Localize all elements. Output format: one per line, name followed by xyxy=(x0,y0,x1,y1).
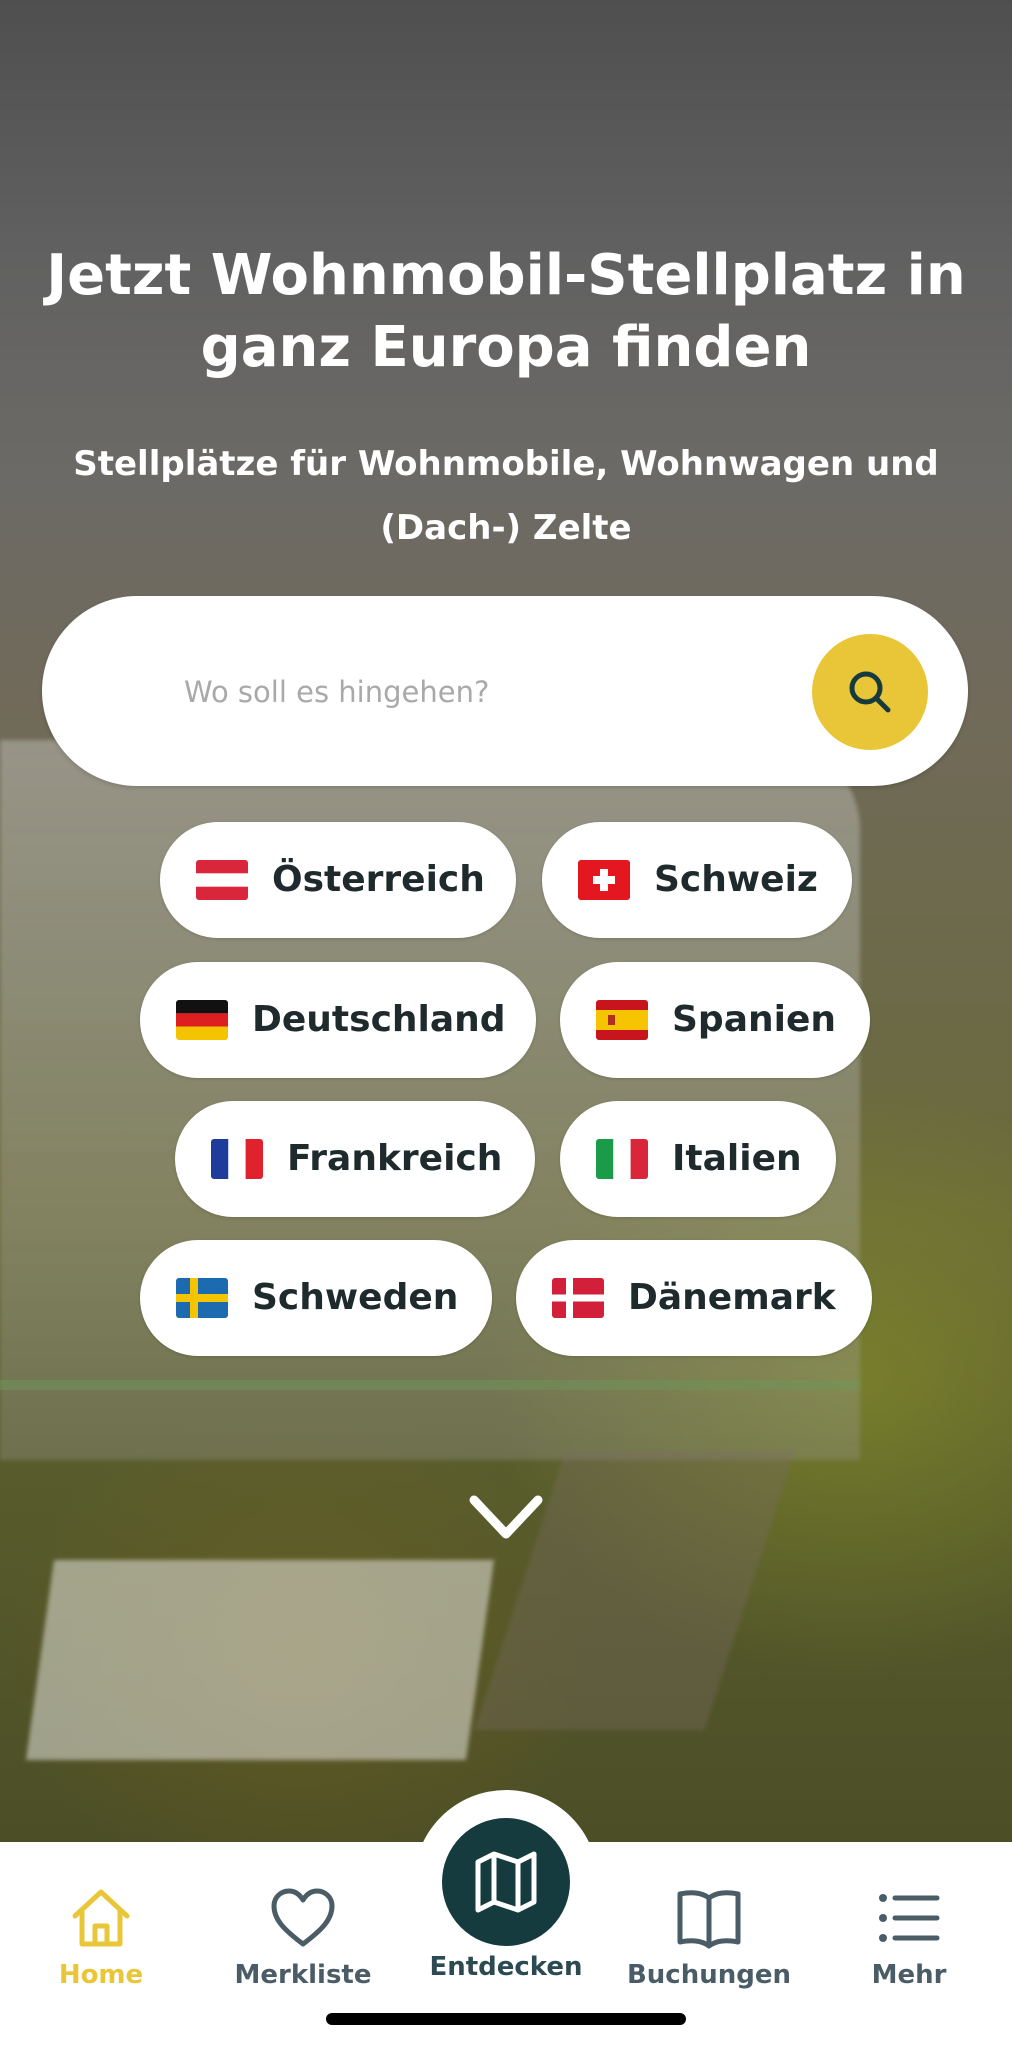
subtitle-line-1: Stellplätze für Wohnmobile, Wohnwagen un… xyxy=(73,444,939,484)
country-chip-label: Dänemark xyxy=(628,1277,836,1318)
home-icon xyxy=(72,1889,130,1947)
background-van-stripe xyxy=(0,1380,860,1390)
country-chip-italy[interactable]: Italien xyxy=(560,1101,836,1217)
country-chip-france[interactable]: Frankreich xyxy=(175,1101,535,1217)
search-icon xyxy=(849,671,891,713)
country-chip-label: Italien xyxy=(672,1138,802,1179)
sweden-flag-icon xyxy=(176,1278,228,1318)
country-chip-label: Österreich xyxy=(272,859,485,900)
tab-mehr[interactable]: Mehr xyxy=(814,1842,1004,2002)
map-icon xyxy=(475,1851,537,1913)
home-indicator xyxy=(326,2013,686,2025)
tab-entdecken-button[interactable] xyxy=(442,1818,570,1946)
heart-icon xyxy=(271,1888,335,1947)
country-chip-denmark[interactable]: Dänemark xyxy=(516,1240,872,1356)
menu-list-icon xyxy=(879,1894,940,1942)
chevron-down-icon[interactable] xyxy=(468,1492,544,1544)
country-chip-label: Schweiz xyxy=(654,859,818,900)
country-chip-label: Deutschland xyxy=(252,999,506,1040)
title-line-2: ganz Europa finden xyxy=(200,315,812,380)
denmark-flag-icon xyxy=(552,1278,604,1318)
italy-flag-icon xyxy=(596,1139,648,1179)
page-title: Jetzt Wohnmobil-Stellplatz in ganz Europ… xyxy=(40,240,972,384)
search-bar xyxy=(42,596,968,786)
country-chip-label: Frankreich xyxy=(287,1138,503,1179)
search-button[interactable] xyxy=(812,634,928,750)
country-chip-austria[interactable]: Österreich xyxy=(160,822,516,938)
germany-flag-icon xyxy=(176,1000,228,1040)
austria-flag-icon xyxy=(196,860,248,900)
tab-label: Buchungen xyxy=(626,1960,792,1990)
country-chip-sweden[interactable]: Schweden xyxy=(140,1240,492,1356)
tab-label: Home xyxy=(58,1960,144,1990)
book-icon xyxy=(677,1890,741,1949)
subtitle-line-2: (Dach-) Zelte xyxy=(380,508,632,548)
title-line-1: Jetzt Wohnmobil-Stellplatz in xyxy=(46,243,966,308)
country-chip-spain[interactable]: Spanien xyxy=(560,962,870,1078)
spain-flag-icon xyxy=(596,1000,648,1040)
country-chip-label: Schweden xyxy=(252,1277,459,1318)
country-chip-switzerland[interactable]: Schweiz xyxy=(542,822,852,938)
france-flag-icon xyxy=(211,1139,263,1179)
country-chip-label: Spanien xyxy=(672,999,837,1040)
search-input[interactable] xyxy=(182,658,806,726)
switzerland-flag-icon xyxy=(578,860,630,900)
background-table xyxy=(25,1560,495,1760)
tab-merkliste[interactable]: Merkliste xyxy=(208,1842,398,2002)
page-subtitle: Stellplätze für Wohnmobile, Wohnwagen un… xyxy=(40,432,972,560)
tab-label: Merkliste xyxy=(234,1960,372,1990)
tab-entdecken-label[interactable]: Entdecken xyxy=(406,1952,606,1982)
country-chip-germany[interactable]: Deutschland xyxy=(140,962,536,1078)
tab-label: Mehr xyxy=(871,1960,947,1990)
tab-home[interactable]: Home xyxy=(6,1842,196,2002)
tab-buchungen[interactable]: Buchungen xyxy=(614,1842,804,2002)
